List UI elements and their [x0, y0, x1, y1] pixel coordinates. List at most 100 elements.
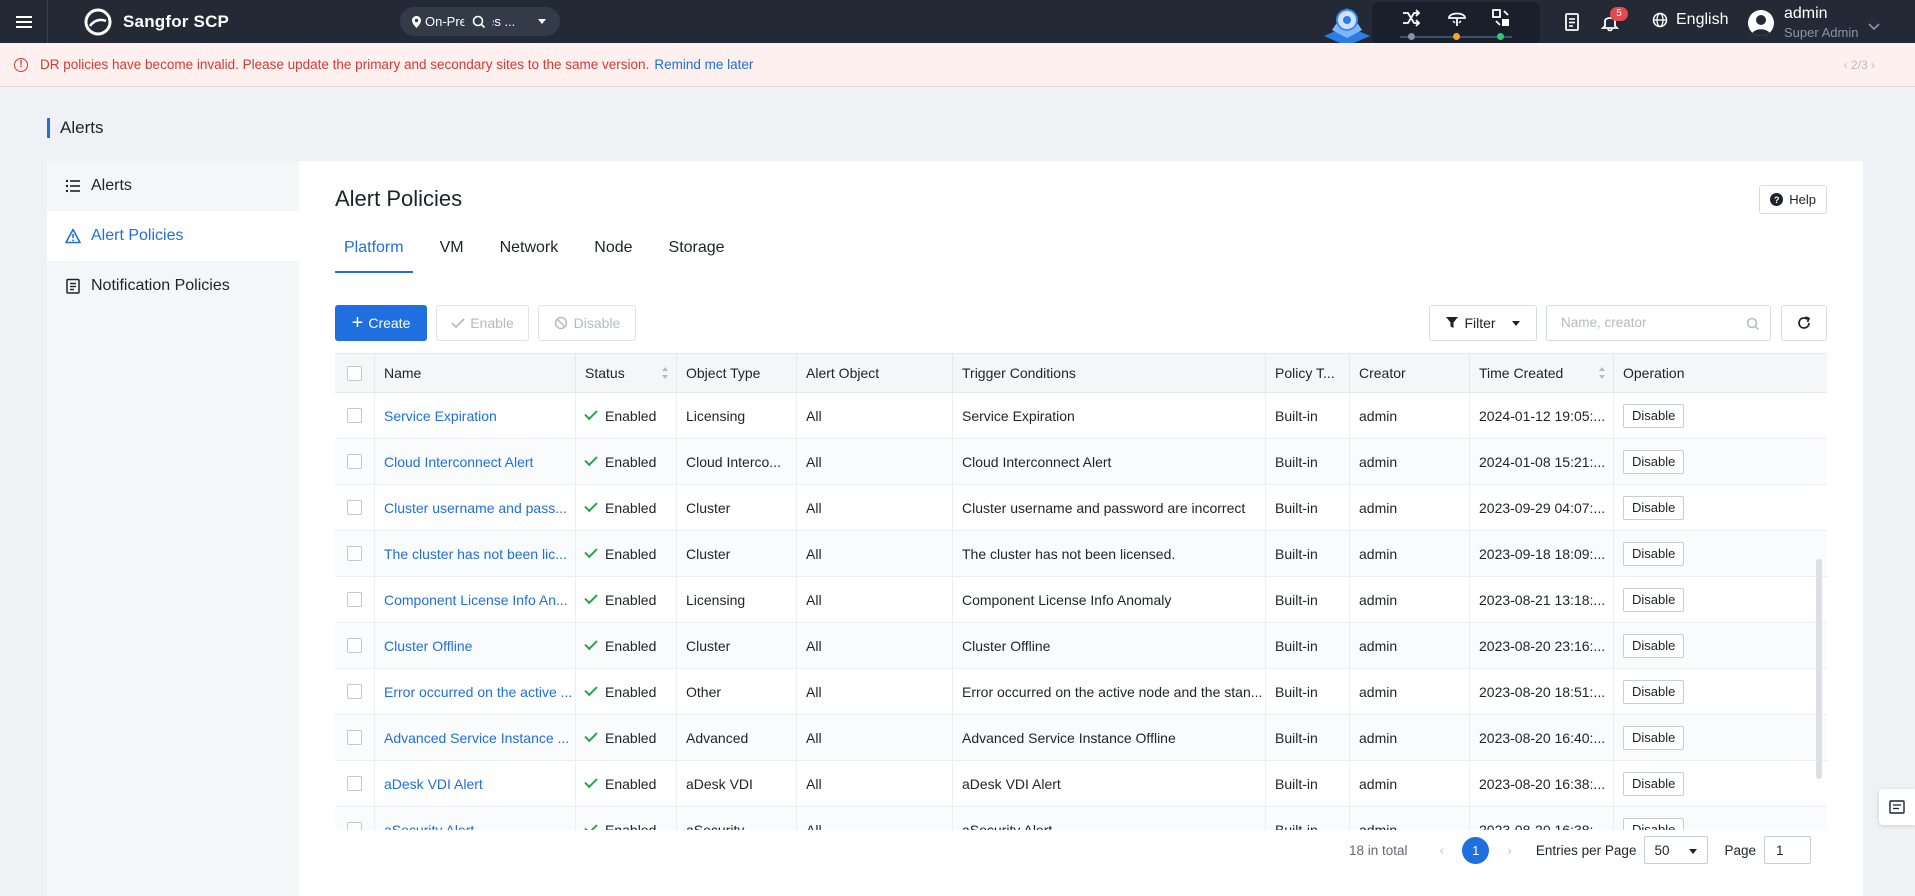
row-disable-button[interactable]: Disable: [1623, 541, 1685, 566]
row-checkbox[interactable]: [347, 684, 362, 699]
shuffle-icon[interactable]: [1400, 7, 1422, 29]
sidebar-item-alert-policies[interactable]: Alert Policies: [47, 211, 299, 261]
column-header-name[interactable]: Name: [375, 354, 576, 392]
plus-icon: +: [351, 312, 364, 334]
row-checkbox[interactable]: [347, 730, 362, 745]
row-checkbox[interactable]: [347, 822, 362, 830]
row-disable-button[interactable]: Disable: [1623, 771, 1685, 796]
table-row[interactable]: The cluster has not been lic... Enabled Cl…: [335, 531, 1827, 577]
tab-storage[interactable]: Storage: [660, 226, 734, 269]
row-disable-button[interactable]: Disable: [1623, 495, 1685, 520]
row-checkbox[interactable]: [347, 546, 362, 561]
cell-object-type: Cloud Interco...: [677, 439, 797, 484]
row-disable-button[interactable]: Disable: [1623, 449, 1685, 474]
sidebar-item-notification-policies[interactable]: Notification Policies: [47, 261, 299, 311]
current-page-button[interactable]: 1: [1462, 836, 1490, 864]
sidebar-item-alerts[interactable]: Alerts: [47, 161, 299, 211]
cell-object-type: Licensing: [677, 577, 797, 622]
hamburger-menu-button[interactable]: [0, 0, 48, 43]
help-button[interactable]: ? Help: [1759, 185, 1827, 214]
cell-name: Cluster username and pass...: [375, 485, 576, 530]
policy-name-link[interactable]: Advanced Service Instance ...: [384, 730, 575, 746]
select-all-checkbox[interactable]: [347, 365, 362, 381]
column-header-object-type[interactable]: Object Type: [677, 354, 797, 392]
remind-me-later-link[interactable]: Remind me later: [654, 57, 753, 72]
table-row[interactable]: Component License Info An... Enabled Licen…: [335, 577, 1827, 623]
cell-policy-type: Built-in: [1266, 623, 1350, 668]
policy-name-link[interactable]: aSecurity Alert: [384, 822, 575, 831]
global-search-button[interactable]: [464, 7, 493, 36]
row-checkbox[interactable]: [347, 776, 362, 791]
task-list-icon[interactable]: [1562, 12, 1582, 32]
enable-button[interactable]: Enable: [436, 305, 529, 341]
row-disable-button[interactable]: Disable: [1623, 403, 1685, 428]
chevron-left-icon[interactable]: ‹: [1844, 58, 1848, 72]
language-selector[interactable]: English: [1652, 11, 1728, 29]
sort-icon[interactable]: [1599, 367, 1605, 379]
table-row[interactable]: Cluster Offline Enabled Cluster All Cluster …: [335, 623, 1827, 669]
user-menu[interactable]: admin Super Admin: [1748, 5, 1880, 41]
cell-time-created: 2023-08-20 23:16:...: [1470, 623, 1614, 668]
transfer-icon[interactable]: [1490, 7, 1512, 29]
filter-label: Filter: [1464, 315, 1496, 331]
cell-policy-type: Built-in: [1266, 715, 1350, 760]
column-header-time-created[interactable]: Time Created: [1470, 354, 1614, 392]
table-row[interactable]: Cloud Interconnect Alert Enabled Cloud Int…: [335, 439, 1827, 485]
row-checkbox-cell: [335, 485, 375, 530]
row-disable-button[interactable]: Disable: [1623, 817, 1685, 830]
policy-name-link[interactable]: Cloud Interconnect Alert: [384, 454, 575, 470]
row-disable-button[interactable]: Disable: [1623, 725, 1685, 750]
chevron-down-icon: [1868, 23, 1880, 31]
row-disable-button[interactable]: Disable: [1623, 679, 1685, 704]
row-disable-button[interactable]: Disable: [1623, 587, 1685, 612]
policy-name-link[interactable]: Error occurred on the active ...: [384, 684, 575, 700]
page-size-select[interactable]: 50: [1644, 836, 1709, 864]
row-checkbox[interactable]: [347, 592, 362, 607]
logo[interactable]: Sangfor SCP: [82, 8, 242, 36]
assistant-robot-icon[interactable]: [1318, 0, 1376, 46]
policy-name-link[interactable]: Service Expiration: [384, 408, 575, 424]
table-row[interactable]: Service Expiration Enabled Licensing All Ser…: [335, 393, 1827, 439]
disable-button[interactable]: Disable: [538, 305, 636, 341]
row-checkbox[interactable]: [347, 454, 362, 469]
policy-name-link[interactable]: aDesk VDI Alert: [384, 776, 575, 792]
status-text: Enabled: [605, 821, 657, 831]
floating-panel-button[interactable]: [1879, 789, 1915, 825]
page-number-input[interactable]: 1: [1763, 836, 1811, 864]
column-header-trigger-conditions[interactable]: Trigger Conditions: [953, 354, 1266, 392]
cell-policy-type-text: Built-in: [1275, 453, 1318, 470]
tab-node[interactable]: Node: [585, 226, 641, 269]
chevron-left-icon[interactable]: ‹: [1440, 842, 1445, 858]
search-input[interactable]: Name, creator: [1546, 305, 1771, 341]
column-header-status[interactable]: Status: [576, 354, 677, 392]
column-header-alert-object[interactable]: Alert Object: [797, 354, 953, 392]
tool-indicator-dot: [1453, 33, 1460, 40]
sort-icon[interactable]: [662, 367, 668, 379]
row-disable-button[interactable]: Disable: [1623, 633, 1685, 658]
tab-vm[interactable]: VM: [431, 226, 473, 269]
table-row[interactable]: aSecurity Alert Enabled aSecurity All aSecur…: [335, 807, 1827, 830]
policy-name-link[interactable]: The cluster has not been lic...: [384, 546, 575, 562]
table-row[interactable]: Cluster username and pass... Enabled Clust…: [335, 485, 1827, 531]
chevron-right-icon[interactable]: ›: [1871, 58, 1875, 72]
table-row[interactable]: Advanced Service Instance ... Enabled Adva…: [335, 715, 1827, 761]
table-row[interactable]: Error occurred on the active ... Enabled O…: [335, 669, 1827, 715]
row-checkbox[interactable]: [347, 408, 362, 423]
create-button[interactable]: + Create: [335, 305, 427, 341]
row-checkbox[interactable]: [347, 500, 362, 515]
refresh-button[interactable]: [1781, 305, 1827, 341]
policy-name-link[interactable]: Cluster username and pass...: [384, 500, 575, 516]
filter-dropdown[interactable]: Filter: [1429, 305, 1537, 341]
cell-trigger-conditions-text: Advanced Service Instance Offline: [962, 729, 1176, 746]
column-header-creator[interactable]: Creator: [1350, 354, 1470, 392]
row-checkbox[interactable]: [347, 638, 362, 653]
cloud-umbrella-icon[interactable]: [1446, 7, 1468, 29]
table-scrollbar[interactable]: [1816, 559, 1822, 779]
policy-name-link[interactable]: Component License Info An...: [384, 592, 575, 608]
chevron-right-icon[interactable]: ›: [1507, 842, 1512, 858]
tab-platform[interactable]: Platform: [335, 226, 413, 273]
tab-network[interactable]: Network: [491, 226, 568, 269]
policy-name-link[interactable]: Cluster Offline: [384, 638, 575, 654]
table-row[interactable]: aDesk VDI Alert Enabled aDesk VDI All aDesk …: [335, 761, 1827, 807]
column-header-policy-type[interactable]: Policy T...: [1266, 354, 1350, 392]
